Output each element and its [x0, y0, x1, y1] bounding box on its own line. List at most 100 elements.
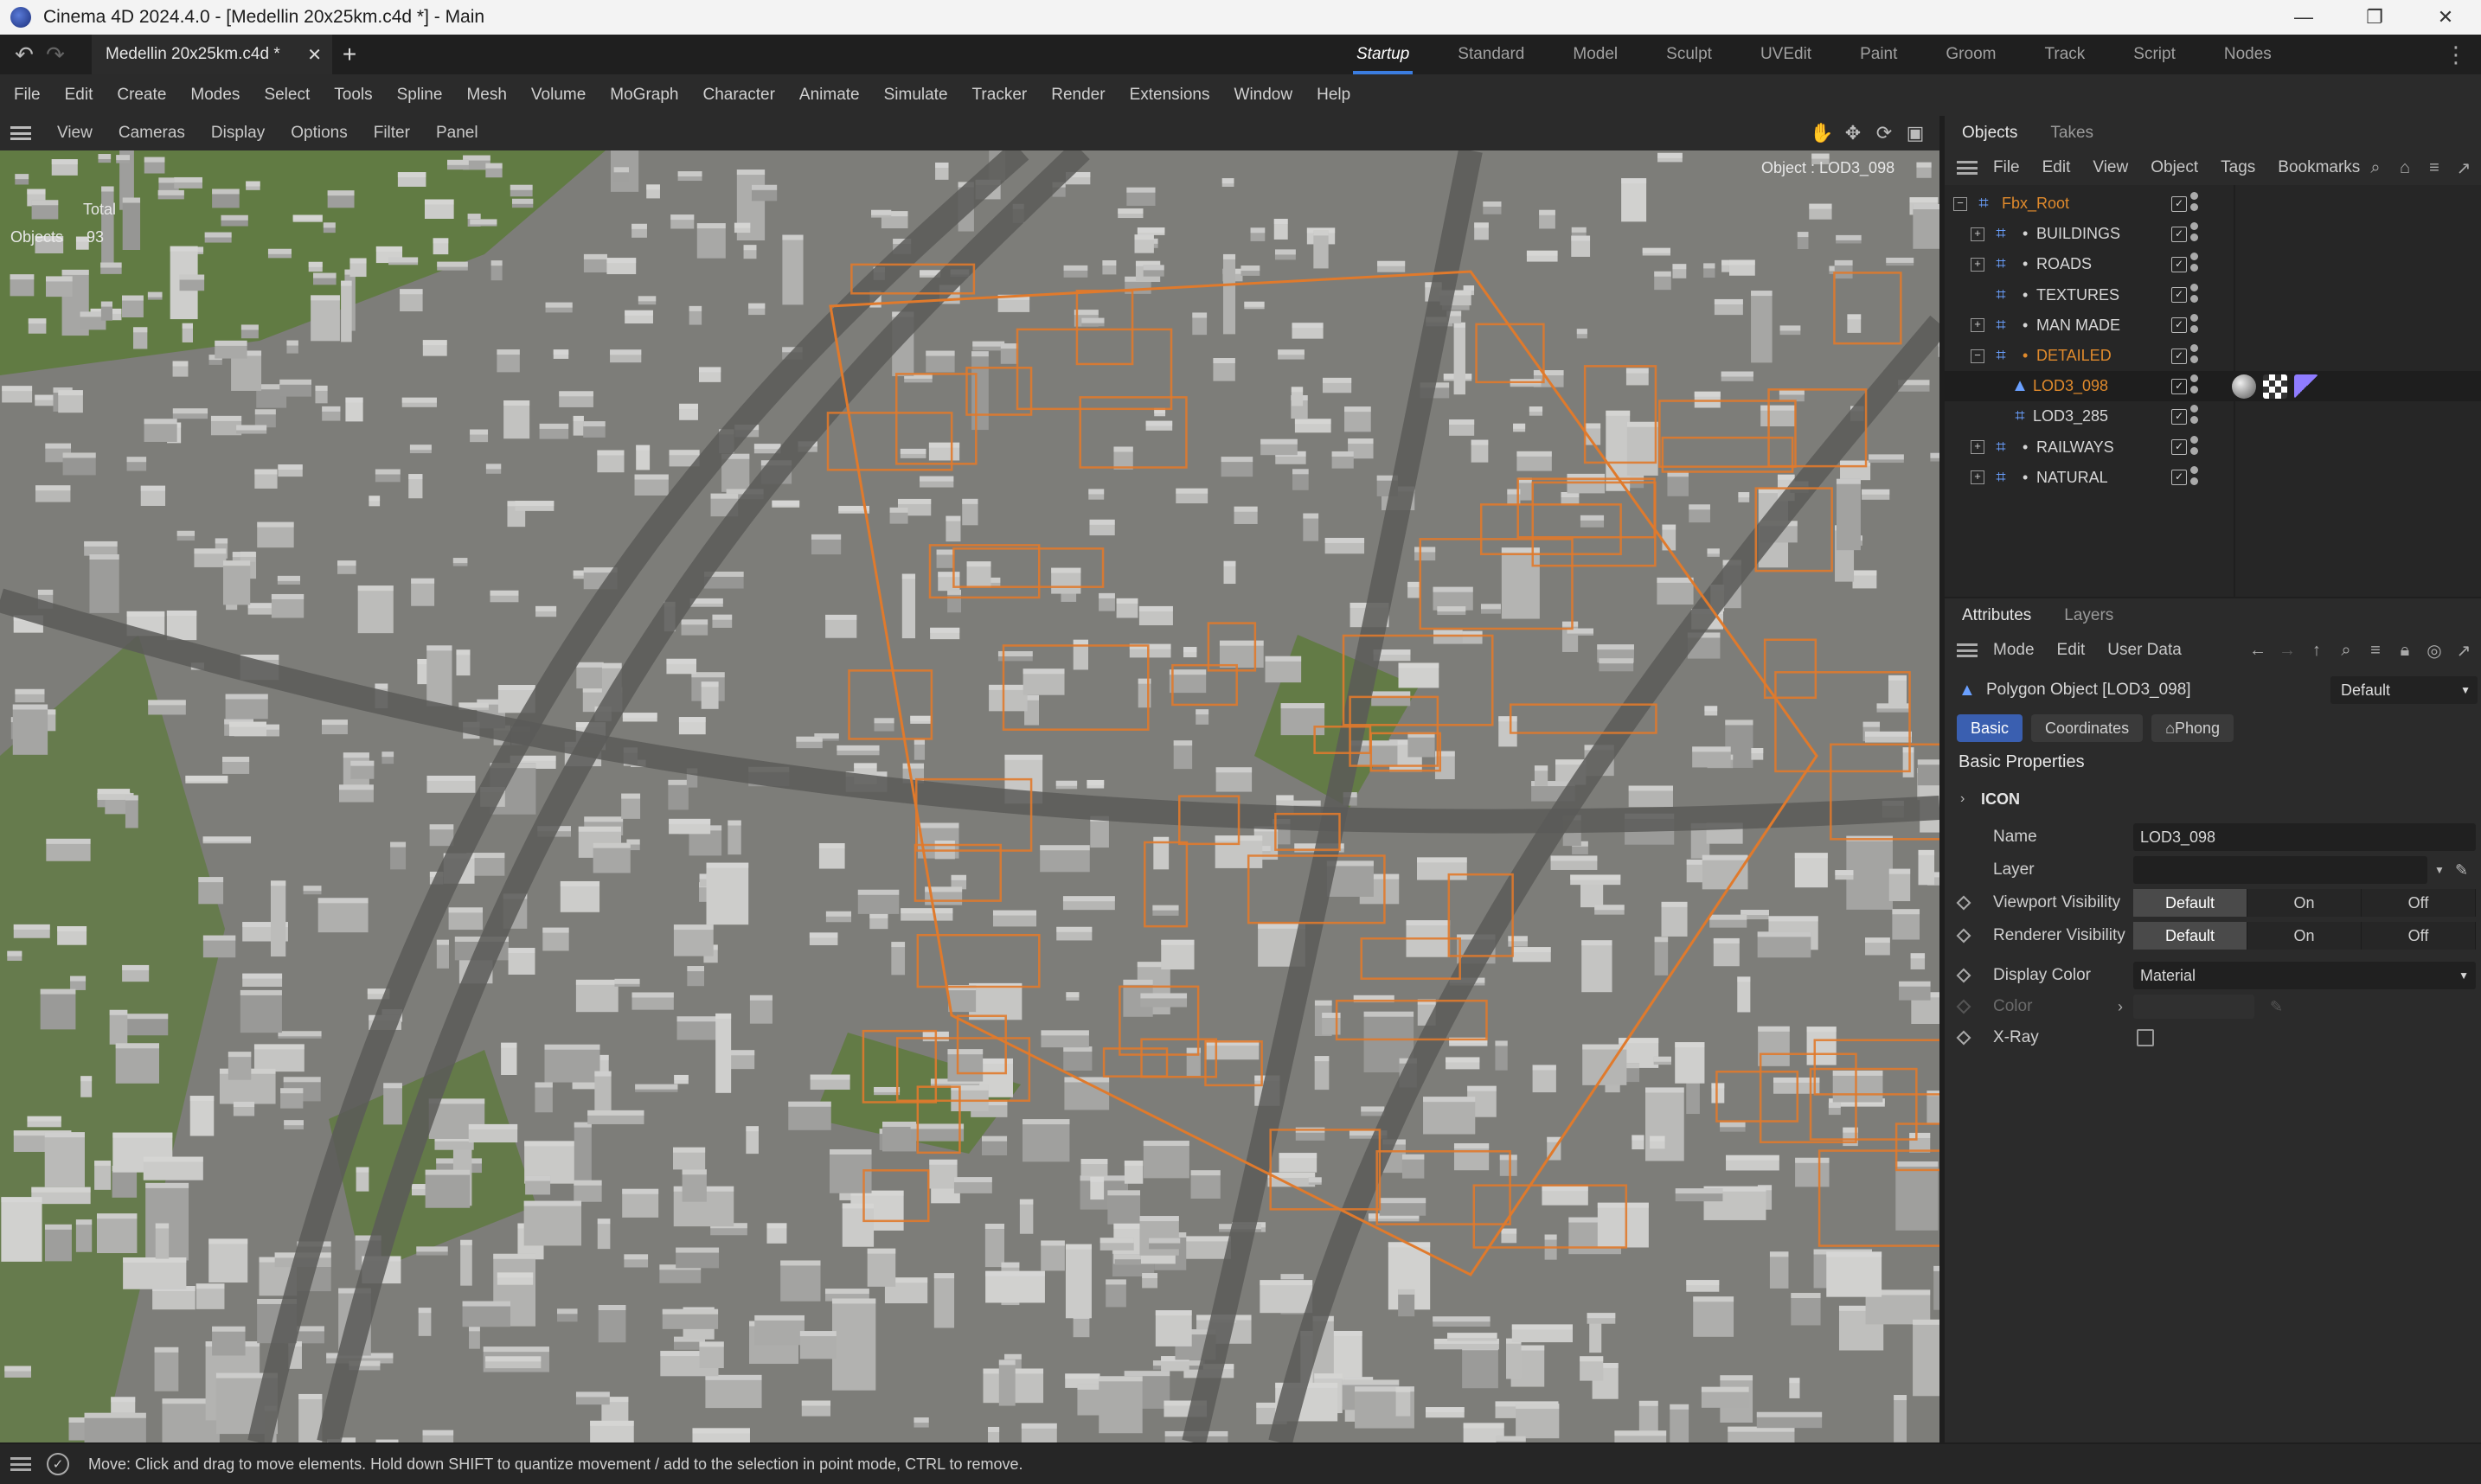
- layer-field[interactable]: [2133, 856, 2427, 884]
- menu-window[interactable]: Window: [1234, 86, 1293, 105]
- expand-icon[interactable]: +: [1971, 257, 1984, 272]
- more-options-icon[interactable]: ⋮: [2445, 42, 2467, 68]
- tree-row-lod3-285[interactable]: ⌗ LOD3_285 ✓: [1945, 401, 2481, 432]
- layout-tab-paint[interactable]: Paint: [1836, 35, 1921, 74]
- layout-tab-startup[interactable]: Startup: [1332, 35, 1433, 74]
- attributes-menu-mode[interactable]: Mode: [1993, 641, 2035, 660]
- viewport-menu-cameras[interactable]: Cameras: [119, 124, 185, 143]
- tree-row-railways[interactable]: + ⌗ • RAILWAYS ✓: [1945, 432, 2481, 463]
- forward-arrow-icon[interactable]: →: [2277, 638, 2298, 662]
- objects-menu-view[interactable]: View: [2093, 158, 2128, 177]
- visibility-dots-icon[interactable]: [2190, 344, 2199, 368]
- status-menu-icon[interactable]: [10, 1457, 31, 1471]
- layer-checkbox-icon[interactable]: ✓: [2171, 378, 2187, 394]
- layer-checkbox-icon[interactable]: ✓: [2171, 439, 2187, 456]
- layer-checkbox-icon[interactable]: ✓: [2171, 317, 2187, 334]
- menu-character[interactable]: Character: [702, 86, 774, 105]
- tree-row-natural[interactable]: + ⌗ • NATURAL ✓: [1945, 463, 2481, 493]
- objects-menu-object[interactable]: Object: [2151, 158, 2198, 177]
- objects-menu-tags[interactable]: Tags: [2221, 158, 2255, 177]
- target-icon[interactable]: ◎: [2424, 638, 2445, 662]
- tree-row-lod3-098[interactable]: ▲ LOD3_098 ✓: [1945, 371, 2481, 402]
- menu-file[interactable]: File: [14, 86, 41, 105]
- option-off[interactable]: Off: [2362, 889, 2476, 917]
- visibility-dots-icon[interactable]: [2190, 465, 2199, 490]
- attributes-menu-edit[interactable]: Edit: [2057, 641, 2086, 660]
- layout-tab-groom[interactable]: Groom: [1921, 35, 2020, 74]
- new-document-icon[interactable]: +: [332, 41, 367, 68]
- collapse-icon[interactable]: −: [1953, 196, 1967, 211]
- close-tab-icon[interactable]: ✕: [307, 44, 322, 66]
- visibility-dots-icon[interactable]: [2190, 283, 2199, 308]
- collapse-icon[interactable]: −: [1971, 349, 1984, 363]
- objects-menu-file[interactable]: File: [1993, 158, 2020, 177]
- menu-extensions[interactable]: Extensions: [1130, 86, 1210, 105]
- up-arrow-icon[interactable]: ↑: [2306, 638, 2327, 662]
- attributes-menu-user-data[interactable]: User Data: [2107, 641, 2182, 660]
- tree-row-fbx-root[interactable]: − ⌗ Fbx_Root ✓: [1945, 189, 2481, 219]
- filter-icon[interactable]: ≡: [2424, 156, 2445, 180]
- viewport-menu-view[interactable]: View: [57, 124, 93, 143]
- tab-takes[interactable]: Takes: [2050, 116, 2093, 150]
- tree-row-textures[interactable]: ⌗ • TEXTURES ✓: [1945, 280, 2481, 310]
- menu-tracker[interactable]: Tracker: [972, 86, 1028, 105]
- home-icon[interactable]: ⌂: [2394, 156, 2415, 180]
- eyedropper-icon[interactable]: ✎: [2455, 861, 2468, 880]
- attributes-menu-icon[interactable]: [1957, 643, 1978, 657]
- menu-modes[interactable]: Modes: [190, 86, 240, 105]
- layout-tab-track[interactable]: Track: [2020, 35, 2109, 74]
- viewport-menu-options[interactable]: Options: [291, 124, 347, 143]
- chevron-right-icon[interactable]: ›: [1960, 791, 1965, 807]
- tab-objects[interactable]: Objects: [1962, 116, 2017, 150]
- keyframe-diamond-icon[interactable]: [1956, 1030, 1971, 1046]
- tree-row-roads[interactable]: + ⌗ • ROADS ✓: [1945, 249, 2481, 279]
- xray-checkbox[interactable]: [2137, 1029, 2154, 1046]
- viewport-menu-panel[interactable]: Panel: [436, 124, 478, 143]
- toggle-layout-icon[interactable]: ▣: [1903, 121, 1927, 145]
- layout-tab-standard[interactable]: Standard: [1433, 35, 1548, 74]
- search-icon[interactable]: ⌕: [2336, 638, 2356, 662]
- keyframe-diamond-icon[interactable]: [1956, 928, 1971, 943]
- visibility-dots-icon[interactable]: [2190, 253, 2199, 277]
- layout-tab-uvedit[interactable]: UVEdit: [1736, 35, 1836, 74]
- undo-icon[interactable]: ↶: [9, 35, 40, 74]
- menu-edit[interactable]: Edit: [65, 86, 93, 105]
- option-default[interactable]: Default: [2133, 922, 2247, 950]
- lock-icon[interactable]: 🔒︎: [2394, 638, 2415, 662]
- viewport-menu-icon[interactable]: [10, 126, 31, 140]
- layout-tab-model[interactable]: Model: [1548, 35, 1642, 74]
- subtab-basic[interactable]: Basic: [1957, 714, 2023, 742]
- menu-animate[interactable]: Animate: [799, 86, 860, 105]
- viewport-menu-filter[interactable]: Filter: [374, 124, 410, 143]
- phong-tag-icon[interactable]: [2294, 374, 2318, 399]
- 3d-viewport[interactable]: Total Objects 93 Object : LOD3_098: [0, 150, 1939, 1442]
- pan-view-icon[interactable]: ✋: [1810, 121, 1834, 145]
- menu-simulate[interactable]: Simulate: [884, 86, 948, 105]
- menu-volume[interactable]: Volume: [531, 86, 586, 105]
- chevron-down-icon[interactable]: ▼: [2434, 864, 2445, 876]
- tree-row-buildings[interactable]: + ⌗ • BUILDINGS ✓: [1945, 219, 2481, 249]
- restore-button[interactable]: ❐: [2339, 0, 2410, 35]
- tab-layers[interactable]: Layers: [2064, 598, 2113, 633]
- keyframe-diamond-icon[interactable]: [1956, 968, 1971, 983]
- objects-menu-icon[interactable]: [1957, 161, 1978, 175]
- subtab-coordinates[interactable]: Coordinates: [2031, 714, 2144, 742]
- menu-mograph[interactable]: MoGraph: [610, 86, 678, 105]
- option-off[interactable]: Off: [2362, 922, 2476, 950]
- viewport-menu-display[interactable]: Display: [211, 124, 265, 143]
- rotate-view-icon[interactable]: ⟳: [1872, 121, 1896, 145]
- subtab-phong[interactable]: ⌂ Phong: [2151, 714, 2234, 742]
- menu-mesh[interactable]: Mesh: [466, 86, 506, 105]
- move-view-icon[interactable]: ✥: [1841, 121, 1865, 145]
- search-icon[interactable]: ⌕: [2365, 156, 2386, 180]
- document-tab[interactable]: Medellin 20x25km.c4d * ✕: [92, 35, 332, 74]
- layout-tab-nodes[interactable]: Nodes: [2200, 35, 2296, 74]
- filter-icon[interactable]: ≡: [2365, 638, 2386, 662]
- tree-row-man-made[interactable]: + ⌗ • MAN MADE ✓: [1945, 310, 2481, 341]
- layer-checkbox-icon[interactable]: ✓: [2171, 470, 2187, 486]
- new-window-icon[interactable]: ↗: [2453, 638, 2474, 662]
- icon-group-label[interactable]: ICON: [1981, 790, 2020, 809]
- close-window-button[interactable]: ✕: [2410, 0, 2481, 35]
- new-window-icon[interactable]: ↗: [2453, 156, 2474, 180]
- redo-icon[interactable]: ↷: [40, 35, 71, 74]
